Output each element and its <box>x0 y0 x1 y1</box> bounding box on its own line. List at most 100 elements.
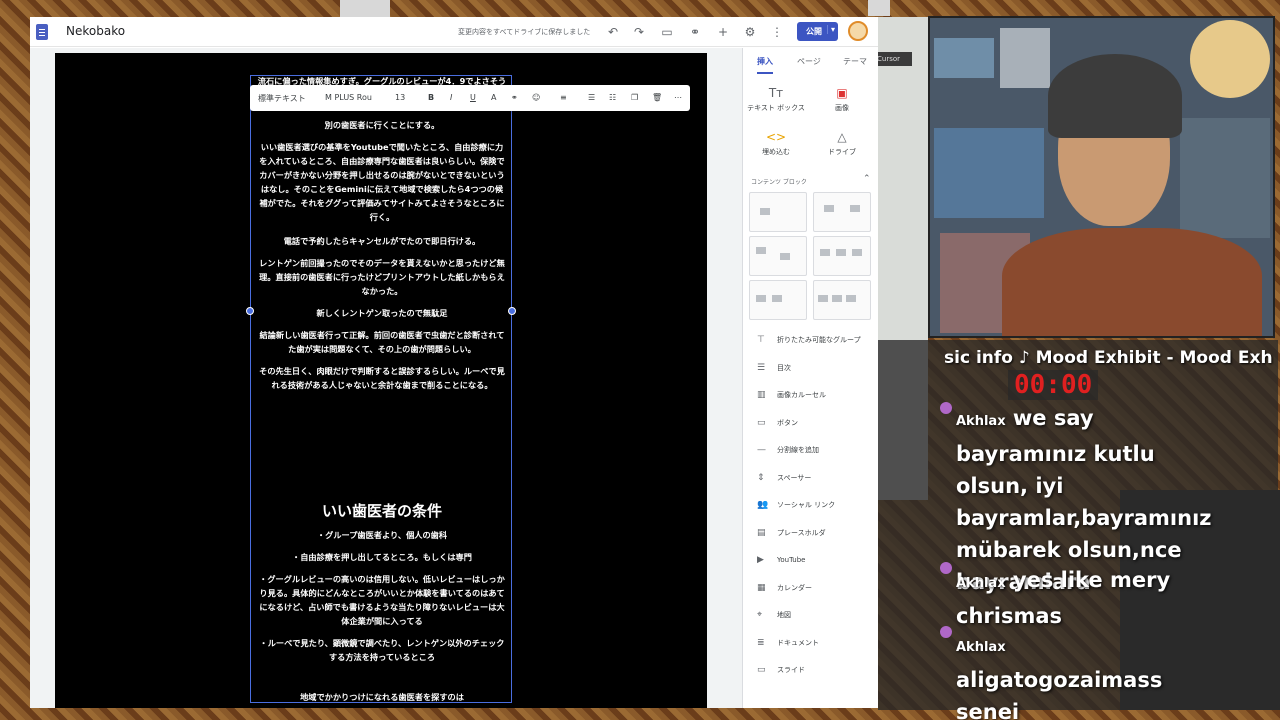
paragraph[interactable]: いい歯医者選びの基準をYoutubeで聞いたところ、自由診療に力を入れているとこ… <box>257 140 507 224</box>
text-icon: Tт <box>768 86 784 100</box>
avatar[interactable] <box>848 21 868 41</box>
slides-icon: ▭ <box>757 665 766 675</box>
resize-handle-left[interactable] <box>246 307 254 315</box>
numbered-list-icon[interactable]: ☷ <box>609 93 616 102</box>
insert-image[interactable]: ▣ 画像 <box>809 86 875 113</box>
paragraph[interactable]: レントゲン前回撮ったのでそのデータを貰えないかと思ったけど無理。直接前の歯医者に… <box>257 256 507 298</box>
page-section[interactable]: 流石に偏った情報集めすぎ。グーグルのレビューが4．9でよさそうかなと 別の歯医者… <box>55 53 707 708</box>
paragraph[interactable]: 別の歯医者に行くことにする。 <box>257 118 507 132</box>
content-block[interactable] <box>749 192 807 232</box>
youtube-icon: ▶ <box>757 555 764 565</box>
bullet-item[interactable]: ・グループ歯医者より、個人の歯科 <box>257 528 507 542</box>
save-status: 変更内容をすべてドライブに保存しました <box>458 28 591 36</box>
publish-label: 公開 <box>806 27 822 36</box>
content-block[interactable] <box>749 280 807 320</box>
person-beanie <box>1048 54 1182 138</box>
site-title[interactable]: Nekobako <box>66 24 125 38</box>
insert-slides[interactable]: ▭ スライド <box>757 665 805 675</box>
insert-textbox[interactable]: Tт テキスト ボックス <box>743 86 809 113</box>
chat-username: Akhlax <box>956 640 1006 655</box>
chat-message: Akhlax aligatogozaimass senei <box>956 628 1206 720</box>
undo-icon[interactable]: ↶ <box>604 23 622 41</box>
bullet-item[interactable]: ・ルーペで見たり、顕微鏡で調べたり、レントゲン以外のチェックする方法を持っている… <box>257 636 507 664</box>
insert-divider[interactable]: — 分割線を追加 <box>757 445 819 455</box>
webcam-feed <box>928 16 1275 338</box>
share-icon[interactable]: + <box>714 23 732 41</box>
insert-embed[interactable]: <> 埋め込む <box>743 130 809 157</box>
music-info-ticker: sic info ♪ Mood Exhibit - Mood Exh <box>944 348 1273 368</box>
link-icon[interactable]: ⚭ <box>511 93 518 102</box>
font-size-select[interactable]: 13 <box>395 93 405 102</box>
carousel-icon: ▥ <box>757 390 766 400</box>
chat-message: Akhlax yes like mery chrismas <box>956 564 1206 632</box>
insert-calendar[interactable]: ▦ カレンダー <box>757 583 812 593</box>
people-icon: 👥 <box>757 500 769 510</box>
tab-pages[interactable]: ページ <box>797 56 821 67</box>
paragraph[interactable]: 電話で予約したらキャンセルがでたので即日行ける。 <box>257 234 507 248</box>
insert-toc[interactable]: ☰ 目次 <box>757 363 791 373</box>
plush-toy <box>1190 20 1270 98</box>
text-style-select[interactable]: 標準テキスト <box>258 93 306 104</box>
chat-avatar <box>940 626 952 638</box>
paragraph[interactable]: 結論新しい歯医者行って正解。前回の歯医者で虫歯だと診断されてた歯が実は問題なくて… <box>257 328 507 356</box>
redo-icon[interactable]: ↷ <box>630 23 648 41</box>
map-pin-icon: ⌖ <box>757 610 763 620</box>
delete-icon[interactable]: 🗑 <box>652 93 662 102</box>
insert-docs[interactable]: ≣ ドキュメント <box>757 638 819 648</box>
more-vert-icon[interactable]: ⋮ <box>768 23 786 41</box>
bold-button[interactable]: B <box>428 93 434 102</box>
paragraph[interactable]: 新しくレントゲン取ったので無駄足 <box>257 306 507 320</box>
insert-carousel[interactable]: ▥ 画像カルーセル <box>757 390 826 400</box>
tab-insert[interactable]: 挿入 <box>757 56 773 74</box>
chat-avatar <box>940 402 952 414</box>
duplicate-icon[interactable]: ❐ <box>631 93 638 102</box>
insert-placeholder[interactable]: ▤ プレースホルダ <box>757 528 826 538</box>
docs-icon: ≣ <box>757 638 765 648</box>
settings-gear-icon[interactable]: ⚙ <box>741 23 759 41</box>
link-icon[interactable]: ⚭ <box>686 23 704 41</box>
text-box[interactable]: 流石に偏った情報集めすぎ。グーグルのレビューが4．9でよさそうかなと 別の歯医者… <box>250 75 512 703</box>
publish-button[interactable]: 公開 ▾ <box>797 22 838 41</box>
content-block[interactable] <box>813 280 871 320</box>
italic-button[interactable]: I <box>450 93 452 102</box>
emoji-icon[interactable]: ☺ <box>532 93 540 102</box>
sites-editor-window: Nekobako 変更内容をすべてドライブに保存しました ↶ ↷ ▭ ⚭ + ⚙… <box>30 17 878 708</box>
image-icon: ▣ <box>836 86 848 100</box>
paragraph[interactable]: その先生日く、肉眼だけで判断すると誤診するらしい。ルーペで見れる技術がある人じゃ… <box>257 364 507 392</box>
text-color-button[interactable]: A <box>491 93 496 102</box>
insert-collapsible-group[interactable]: ⊤ 折りたたみ可能なグループ <box>757 335 861 345</box>
cursor-tag: Cursor <box>874 52 912 66</box>
font-select[interactable]: M PLUS Rou <box>325 93 372 102</box>
divider-icon: — <box>757 445 766 455</box>
bullet-item[interactable]: ・グーグルレビューの高いのは信用しない。低いレビューはしっかり見る。具体的にどん… <box>257 572 507 628</box>
chat-username: Akhlax <box>956 414 1006 429</box>
resize-handle-right[interactable] <box>508 307 516 315</box>
insert-spacer[interactable]: ⇕ スペーサー <box>757 473 811 483</box>
chevron-down-icon[interactable]: ▾ <box>827 25 835 34</box>
insert-button[interactable]: ▭ ボタン <box>757 418 798 428</box>
chevron-up-icon[interactable]: ⌃ <box>863 174 871 184</box>
insert-social-links[interactable]: 👥 ソーシャル リンク <box>757 500 835 510</box>
paragraph[interactable]: 地域でかかりつけになれる歯医者を探すのは <box>257 690 507 704</box>
timer-display: 00:00 <box>1008 370 1099 400</box>
content-block[interactable] <box>749 236 807 276</box>
more-horiz-icon[interactable]: ⋯ <box>674 93 682 102</box>
person-body <box>1002 228 1262 336</box>
insert-youtube[interactable]: ▶ YouTube <box>757 555 805 565</box>
underline-button[interactable]: U <box>470 93 476 102</box>
content-block[interactable] <box>813 236 871 276</box>
align-icon[interactable]: ≡ <box>560 93 567 102</box>
top-bar: Nekobako 変更内容をすべてドライブに保存しました ↶ ↷ ▭ ⚭ + ⚙… <box>30 17 878 47</box>
section-heading[interactable]: いい歯医者の条件 <box>257 500 507 521</box>
content-block[interactable] <box>813 192 871 232</box>
calendar-icon: ▦ <box>757 583 766 593</box>
bulleted-list-icon[interactable]: ☰ <box>588 93 595 102</box>
chat-text: aligatogozaimass senei <box>956 668 1163 720</box>
preview-icon[interactable]: ▭ <box>658 23 676 41</box>
editor-canvas: 流石に偏った情報集めすぎ。グーグルのレビューが4．9でよさそうかなと 別の歯医者… <box>30 48 742 708</box>
insert-map[interactable]: ⌖ 地図 <box>757 610 791 620</box>
bullet-item[interactable]: ・自由診療を押し出してるところ。もしくは専門 <box>257 550 507 564</box>
toc-icon: ☰ <box>757 363 766 373</box>
insert-drive[interactable]: △ ドライブ <box>809 130 875 157</box>
tab-themes[interactable]: テーマ <box>843 56 867 67</box>
